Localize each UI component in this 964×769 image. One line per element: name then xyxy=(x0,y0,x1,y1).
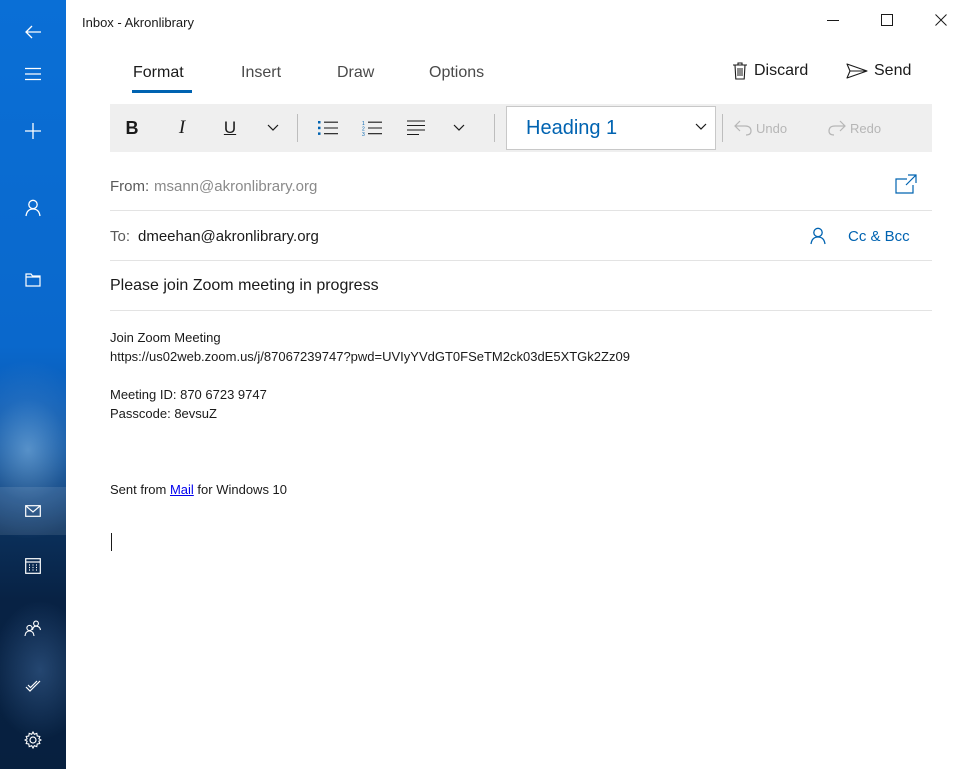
style-select[interactable]: Heading 1 xyxy=(506,106,716,150)
todo-check-icon xyxy=(25,680,41,692)
hamburger-menu-icon xyxy=(25,67,41,81)
numbering-button[interactable]: 1 2 3 xyxy=(354,104,390,152)
add-contact-button[interactable] xyxy=(808,225,828,247)
maximize-icon xyxy=(881,14,893,26)
chevron-down-icon xyxy=(267,124,279,131)
settings-button[interactable] xyxy=(0,716,66,764)
people-icon xyxy=(24,620,42,636)
contact-person-icon xyxy=(810,227,826,245)
to-recipient[interactable]: dmeehan@akronlibrary.org xyxy=(138,228,319,245)
undo-button[interactable]: Undo xyxy=(734,104,787,152)
window-title: Inbox - Akronlibrary xyxy=(82,15,194,30)
signature-suffix: for Windows 10 xyxy=(193,482,288,497)
message-body[interactable]: Join Zoom Meeting https://us02web.zoom.u… xyxy=(110,328,930,499)
subject-row: Please join Zoom meeting in progress xyxy=(110,261,932,311)
mail-button[interactable] xyxy=(0,487,66,535)
meeting-url: https://us02web.zoom.us/j/87067239747?pw… xyxy=(110,349,630,364)
new-mail-button[interactable] xyxy=(0,107,66,155)
calendar-button[interactable] xyxy=(0,542,66,590)
settings-gear-icon xyxy=(24,731,42,749)
cc-bcc-link[interactable]: Cc & Bcc xyxy=(848,228,910,245)
toolbar-divider xyxy=(494,114,495,142)
paragraph-options-dropdown[interactable] xyxy=(444,104,474,152)
back-button[interactable] xyxy=(0,8,66,56)
menu-button[interactable] xyxy=(0,50,66,98)
popout-button[interactable] xyxy=(892,171,920,197)
tab-format[interactable]: Format xyxy=(133,64,184,82)
maximize-button[interactable] xyxy=(864,0,910,40)
people-button[interactable] xyxy=(0,604,66,652)
discard-label: Discard xyxy=(754,62,809,79)
italic-button[interactable]: I xyxy=(166,104,198,152)
mail-envelope-icon xyxy=(25,505,41,517)
align-paragraph-icon xyxy=(407,120,425,136)
send-arrow-icon xyxy=(846,63,868,79)
redo-label: Redo xyxy=(850,120,882,136)
from-row: From: msann@akronlibrary.org xyxy=(110,161,932,211)
accounts-button[interactable] xyxy=(0,184,66,232)
undo-label: Undo xyxy=(756,120,788,136)
folders-button[interactable] xyxy=(0,256,66,304)
active-tab-indicator xyxy=(132,90,192,93)
new-mail-plus-icon xyxy=(25,123,41,139)
trash-icon xyxy=(733,62,747,80)
tab-options[interactable]: Options xyxy=(429,64,484,82)
font-options-dropdown[interactable] xyxy=(258,104,288,152)
send-label: Send xyxy=(874,62,912,79)
body-line: Join Zoom Meeting xyxy=(110,330,221,345)
bold-button[interactable]: B xyxy=(116,104,148,152)
chevron-down-icon xyxy=(453,124,465,131)
style-select-value: Heading 1 xyxy=(526,117,618,139)
send-button[interactable]: Send xyxy=(846,62,911,80)
toolbar-divider xyxy=(297,114,298,142)
signature: Sent from Mail for Windows 10 xyxy=(110,480,930,499)
todo-button[interactable] xyxy=(0,662,66,710)
paragraph-format-button[interactable] xyxy=(398,104,434,152)
tab-insert[interactable]: Insert xyxy=(241,64,281,82)
chevron-down-icon xyxy=(695,123,707,130)
close-icon xyxy=(935,14,947,26)
tab-draw[interactable]: Draw xyxy=(337,64,374,82)
title-bar: Inbox - Akronlibrary xyxy=(66,0,964,40)
redo-icon xyxy=(828,120,846,136)
numbered-list-icon: 1 2 3 xyxy=(362,121,382,136)
from-value[interactable]: msann@akronlibrary.org xyxy=(154,178,317,195)
minimize-button[interactable] xyxy=(810,0,856,40)
signature-prefix: Sent from xyxy=(110,482,170,497)
calendar-icon xyxy=(25,558,41,574)
redo-button[interactable]: Redo xyxy=(828,104,881,152)
account-person-icon xyxy=(25,199,41,217)
from-label: From: xyxy=(110,178,150,195)
ribbon-tabs: Format Insert Draw Options Discard Send xyxy=(66,56,964,96)
popout-icon xyxy=(895,174,917,194)
undo-icon xyxy=(734,120,752,136)
svg-text:3: 3 xyxy=(362,132,365,136)
underline-button[interactable]: U xyxy=(214,104,246,152)
text-cursor xyxy=(111,533,112,551)
discard-button[interactable]: Discard xyxy=(732,62,808,80)
subject-field[interactable]: Please join Zoom meeting in progress xyxy=(110,277,379,295)
navigation-rail xyxy=(0,0,66,769)
bullets-button[interactable] xyxy=(310,104,346,152)
mail-compose-window: Inbox - Akronlibrary Format Insert Draw … xyxy=(0,0,964,769)
format-toolbar: B I U 1 2 3 Heading 1 Undo Redo xyxy=(110,104,932,152)
folder-icon xyxy=(25,273,41,287)
mail-link[interactable]: Mail xyxy=(170,482,194,497)
passcode: Passcode: 8evsuZ xyxy=(110,406,217,421)
to-row: To: dmeehan@akronlibrary.org Cc & Bcc xyxy=(110,211,932,261)
bullets-list-icon xyxy=(318,121,338,135)
back-arrow-icon xyxy=(25,25,41,39)
minimize-icon xyxy=(827,20,839,21)
close-button[interactable] xyxy=(918,0,964,40)
to-label: To: xyxy=(110,228,131,245)
meeting-id: Meeting ID: 870 6723 9747 xyxy=(110,387,267,402)
toolbar-divider xyxy=(722,114,723,142)
